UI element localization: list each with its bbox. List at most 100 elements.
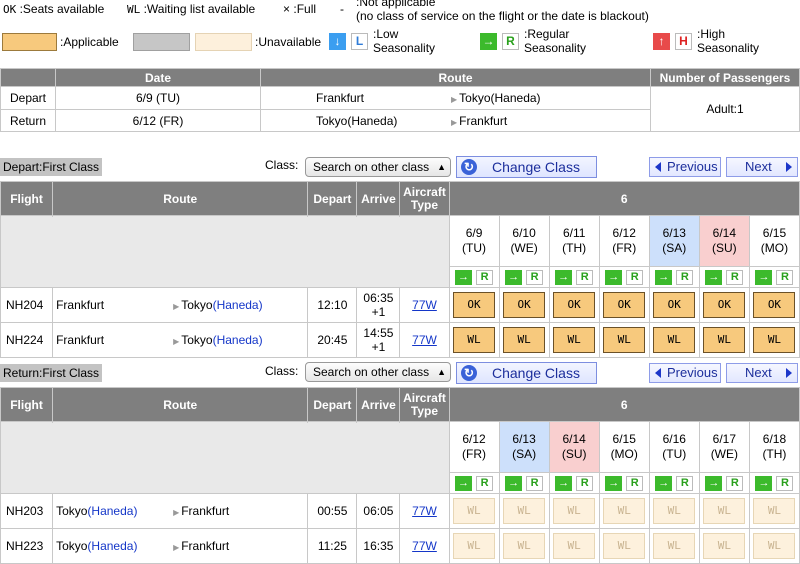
- col-flight: Flight: [0, 387, 54, 422]
- summary-date-header: Date: [55, 68, 261, 87]
- regular-season-arrow-icon: →: [555, 475, 573, 491]
- date-header-cell[interactable]: 6/16 (TU): [648, 421, 700, 473]
- route-arrow-icon: ▶: [173, 302, 180, 311]
- availability-status[interactable]: WL: [503, 327, 546, 353]
- date-header-cell[interactable]: 6/15 (MO): [748, 215, 800, 267]
- date-header-cell[interactable]: 6/10 (WE): [498, 215, 550, 267]
- date-day: 6/13: [662, 226, 686, 240]
- date-weekday: (FR): [612, 241, 637, 255]
- availability-status[interactable]: OK: [703, 292, 746, 318]
- date-header-cell[interactable]: 6/15 (MO): [598, 421, 650, 473]
- return-change-class-label: Change Class: [492, 365, 580, 381]
- aircraft-type-link[interactable]: 77W: [412, 539, 437, 553]
- availability-status[interactable]: WL: [653, 327, 696, 353]
- col-depart: Depart: [307, 387, 358, 422]
- availability-status: WL: [503, 533, 546, 559]
- summary-depart-from: Frankfurt: [316, 91, 365, 105]
- regular-season-letter: R: [676, 475, 694, 491]
- date-header-cell[interactable]: 6/13 (SA): [498, 421, 550, 473]
- regular-season-letter: R: [676, 269, 694, 285]
- availability-cell: OK: [548, 287, 600, 323]
- flight-row: NH223 Tokyo(Haneda) ▶ Frankfurt 11:25 16:35 77…: [0, 528, 800, 564]
- return-change-class-button[interactable]: ↻ Change Class: [456, 362, 597, 384]
- refresh-icon: ↻: [461, 365, 477, 381]
- date-header-cell[interactable]: 6/9 (TU): [448, 215, 500, 267]
- summary-return-date: 6/12 (FR): [55, 109, 261, 132]
- date-row: 6/12 (FR) 6/13 (SA) 6/14 (SU) 6/15 (MO) 6/16 (TU)…: [0, 421, 800, 494]
- availability-status[interactable]: OK: [503, 292, 546, 318]
- date-weekday: (WE): [510, 241, 538, 255]
- col-month: 6: [448, 387, 800, 422]
- date-header-cell[interactable]: 6/17 (WE): [698, 421, 750, 473]
- depart-class-select[interactable]: Search on other class ▲: [305, 157, 451, 177]
- regular-season-arrow-icon: →: [655, 269, 673, 285]
- col-arrive: Arrive: [356, 387, 401, 422]
- availability-status[interactable]: WL: [703, 327, 746, 353]
- aircraft-type-link[interactable]: 77W: [412, 504, 437, 518]
- aircraft-type-cell: 77W: [399, 528, 450, 564]
- return-next-button[interactable]: Next: [726, 363, 798, 383]
- flight-route: Frankfurt ▶ Tokyo(Haneda): [52, 322, 309, 358]
- arrive-cell: 16:35: [356, 528, 401, 564]
- seasonality-cell: → R: [748, 472, 800, 494]
- date-header-cell[interactable]: 6/11 (TH): [548, 215, 600, 267]
- seasonality-cell: → R: [598, 472, 650, 494]
- regular-season-arrow-icon: →: [755, 475, 773, 491]
- availability-status: WL: [503, 498, 546, 524]
- date-header-cell[interactable]: 6/18 (TH): [748, 421, 800, 473]
- date-weekday: (MO): [610, 447, 638, 461]
- previous-arrow-icon: [655, 368, 661, 378]
- regular-season-arrow-icon: →: [505, 475, 523, 491]
- col-aircraft-2: Type: [410, 403, 439, 418]
- destination-city: Frankfurt: [181, 539, 230, 553]
- arrive-time: 06:05: [363, 504, 394, 518]
- legend-full-text: :Full: [293, 2, 317, 16]
- availability-cell: WL: [598, 322, 650, 358]
- date-day: 6/12: [462, 432, 486, 446]
- summary-depart-date: 6/9 (TU): [55, 86, 261, 110]
- date-weekday: (SA): [662, 241, 687, 255]
- destination-city: Frankfurt: [181, 504, 230, 518]
- availability-cell: WL: [648, 322, 700, 358]
- availability-cell: WL: [498, 528, 550, 564]
- availability-status[interactable]: OK: [653, 292, 696, 318]
- availability-status[interactable]: OK: [753, 292, 796, 318]
- depart-previous-label: Previous: [667, 159, 718, 174]
- return-class-select[interactable]: Search on other class ▲: [305, 362, 451, 382]
- availability-cell: WL: [548, 528, 600, 564]
- origin-city: Tokyo: [56, 539, 88, 553]
- availability-status[interactable]: OK: [603, 292, 646, 318]
- date-header-cell[interactable]: 6/14 (SU): [548, 421, 600, 473]
- date-header-cell[interactable]: 6/13 (SA): [648, 215, 700, 267]
- availability-status[interactable]: WL: [453, 327, 496, 353]
- date-day: 6/14: [562, 432, 586, 446]
- availability-status[interactable]: WL: [553, 327, 596, 353]
- flight-row: NH224 Frankfurt ▶ Tokyo(Haneda) 20:45 14:55 +1…: [0, 322, 800, 358]
- summary-depart-route: Frankfurt ▶ Tokyo(Haneda): [260, 86, 651, 110]
- depart-change-class-button[interactable]: ↻ Change Class: [456, 156, 597, 178]
- summary-depart-label: Depart: [0, 86, 56, 110]
- availability-status[interactable]: WL: [753, 327, 796, 353]
- date-weekday: (TU): [662, 447, 687, 461]
- aircraft-type-link[interactable]: 77W: [412, 298, 437, 312]
- date-header-cell[interactable]: 6/14 (SU): [698, 215, 750, 267]
- return-previous-button[interactable]: Previous: [649, 363, 721, 383]
- availability-cell: OK: [698, 287, 750, 323]
- availability-status[interactable]: WL: [603, 327, 646, 353]
- route-arrow-icon: ▶: [173, 337, 180, 346]
- regular-season-letter: R: [626, 269, 644, 285]
- availability-status[interactable]: OK: [553, 292, 596, 318]
- summary-return-to: Frankfurt: [459, 114, 508, 128]
- depart-previous-button[interactable]: Previous: [649, 157, 721, 177]
- date-day: 6/17: [712, 432, 737, 446]
- availability-status[interactable]: OK: [453, 292, 496, 318]
- arrive-cell: 14:55 +1: [356, 322, 401, 358]
- depart-next-button[interactable]: Next: [726, 157, 798, 177]
- availability-status: WL: [453, 498, 496, 524]
- date-header-cell[interactable]: 6/12 (FR): [448, 421, 500, 473]
- next-arrow-icon: [786, 162, 792, 172]
- aircraft-type-link[interactable]: 77W: [412, 333, 437, 347]
- date-day: 6/14: [712, 226, 737, 240]
- date-header-cell[interactable]: 6/12 (FR): [598, 215, 650, 267]
- legend-wl-text: :Waiting list available: [143, 2, 256, 16]
